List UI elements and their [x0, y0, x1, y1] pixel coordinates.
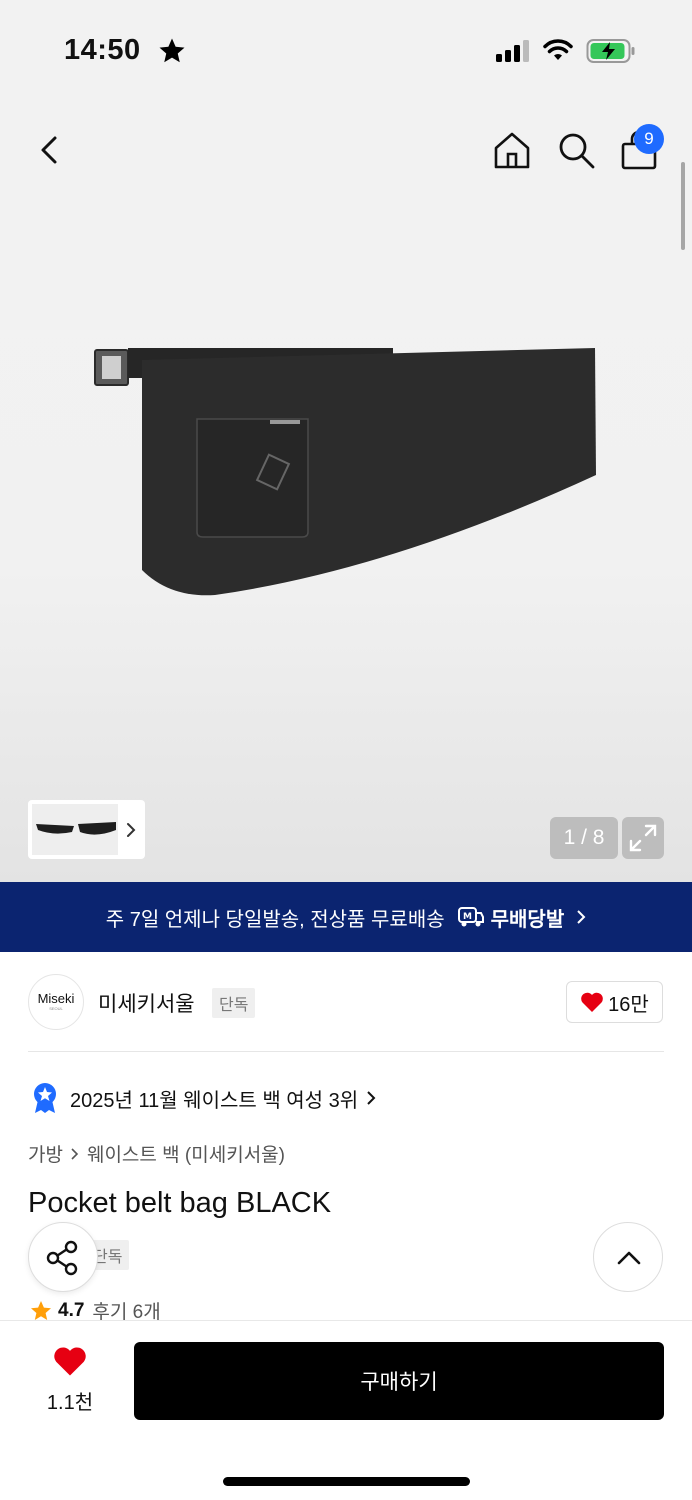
breadcrumb: 가방 웨이스트 백 (미세키서울) [28, 1140, 285, 1167]
favorite-count: 1.1천 [46, 1392, 94, 1414]
home-icon[interactable] [492, 130, 532, 170]
star-icon [31, 1300, 51, 1320]
back-arrow-icon[interactable] [32, 132, 68, 168]
search-icon[interactable] [556, 130, 596, 170]
buy-button[interactable]: 구매하기 [134, 1342, 664, 1420]
svg-text:M: M [463, 912, 472, 922]
battery-charging-icon [586, 39, 635, 63]
expand-icon [629, 824, 657, 852]
product-image [94, 348, 596, 596]
brand-like-count: 16만 [608, 993, 649, 1016]
product-title: Pocket belt bag BLACK [28, 1187, 332, 1219]
image-page-counter: 1 / 8 [550, 817, 618, 859]
chevron-right-icon [71, 1147, 79, 1160]
ranking-medal-icon [34, 1083, 56, 1113]
brand-like-button[interactable]: 16만 [566, 981, 663, 1023]
exclusive-badge: 단독 [212, 988, 256, 1018]
ranking-text: 2025년 11월 웨이스트 백 여성 3위 [70, 1089, 359, 1112]
ranking-link[interactable]: 2025년 11월 웨이스트 백 여성 3위 [32, 1082, 388, 1114]
promo-text: 주 7일 언제나 당일발송, 전상품 무료배송 [105, 908, 445, 931]
breadcrumb-item-subcategory[interactable]: 웨이스트 백 (미세키서울) [87, 1140, 285, 1167]
seller-name[interactable]: 미세키서울 [98, 988, 195, 1018]
chevron-right-icon[interactable] [122, 820, 140, 840]
expand-button[interactable] [622, 817, 664, 859]
scroll-indicator [681, 162, 685, 250]
promo-banner[interactable]: 주 7일 언제나 당일발송, 전상품 무료배송 M 무배당발 [0, 882, 692, 952]
divider [28, 1051, 664, 1052]
favorite-button[interactable]: 1.1천 [28, 1345, 112, 1415]
heart-icon [54, 1347, 86, 1376]
rating-score: 4.7 [58, 1299, 85, 1321]
scroll-to-top-button[interactable] [593, 1222, 663, 1292]
cart-count-badge: 9 [634, 124, 664, 154]
home-indicator [223, 1477, 470, 1486]
status-bar: 14:50 [0, 0, 692, 100]
seller-logo-text: Miseki [37, 991, 75, 1006]
seller-logo[interactable]: Miseki SEOUL [28, 974, 84, 1030]
bottom-action-bar: 1.1천 구매하기 [0, 1320, 692, 1500]
cellular-signal-icon [496, 40, 529, 62]
thumbnail-image [32, 804, 118, 855]
share-icon [46, 1240, 78, 1276]
promo-brand: 무배당발 [490, 908, 565, 931]
breadcrumb-item-category[interactable]: 가방 [28, 1140, 63, 1167]
share-button[interactable] [28, 1222, 98, 1292]
chevron-right-icon [577, 910, 586, 924]
product-gallery[interactable]: 9 1 / 8 [0, 100, 692, 882]
status-time: 14:50 [64, 34, 141, 66]
wifi-icon [543, 39, 573, 60]
chevron-right-icon [367, 1091, 376, 1105]
seller-logo-subtext: SEOUL [49, 1006, 63, 1011]
chevron-up-icon [617, 1251, 641, 1265]
star-icon [159, 38, 185, 63]
delivery-truck-icon: M [457, 907, 484, 927]
heart-icon [581, 992, 603, 1012]
